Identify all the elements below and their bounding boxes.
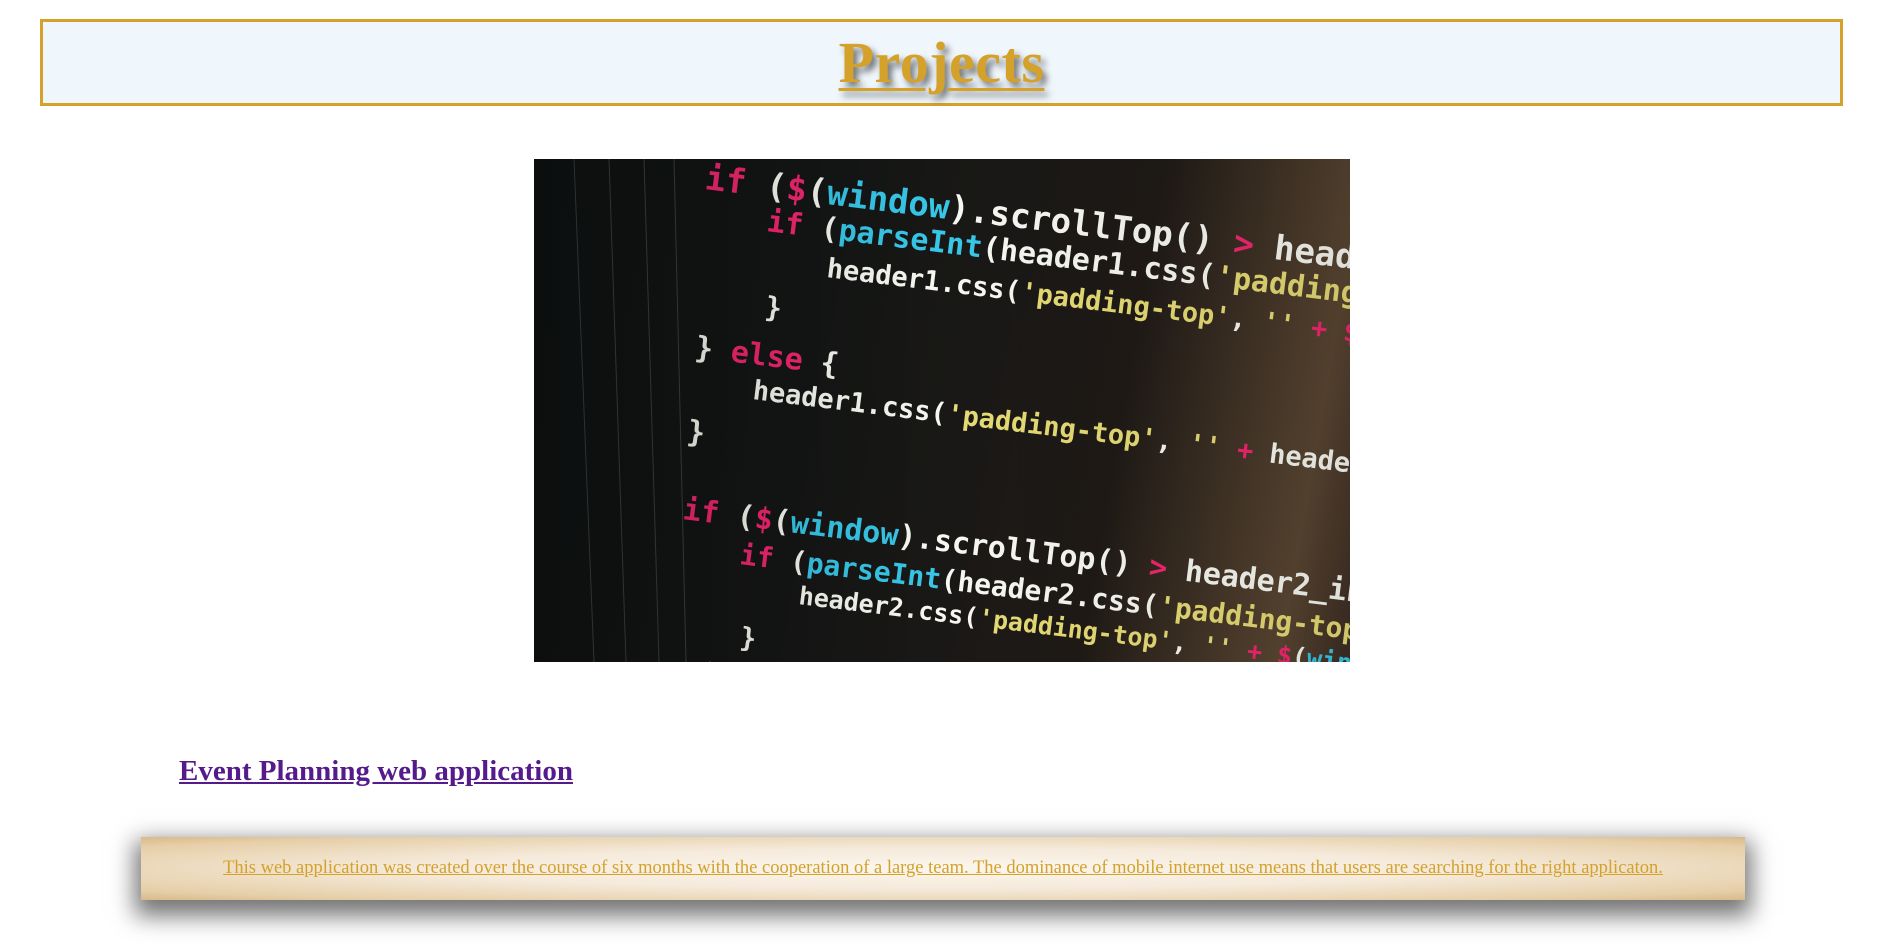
page-title: Projects bbox=[838, 29, 1045, 95]
event-planning-project-link[interactable]: Event Planning web application bbox=[179, 755, 573, 788]
code-illustration: if ($(window).scrollTop() > header1_init… bbox=[534, 159, 1350, 662]
project-description-box: This web application was created over th… bbox=[141, 837, 1745, 900]
project-description-link[interactable]: This web application was created over th… bbox=[223, 858, 1663, 879]
page-header: Projects bbox=[40, 19, 1843, 106]
code-screenshot-image: if ($(window).scrollTop() > header1_init… bbox=[534, 159, 1350, 662]
